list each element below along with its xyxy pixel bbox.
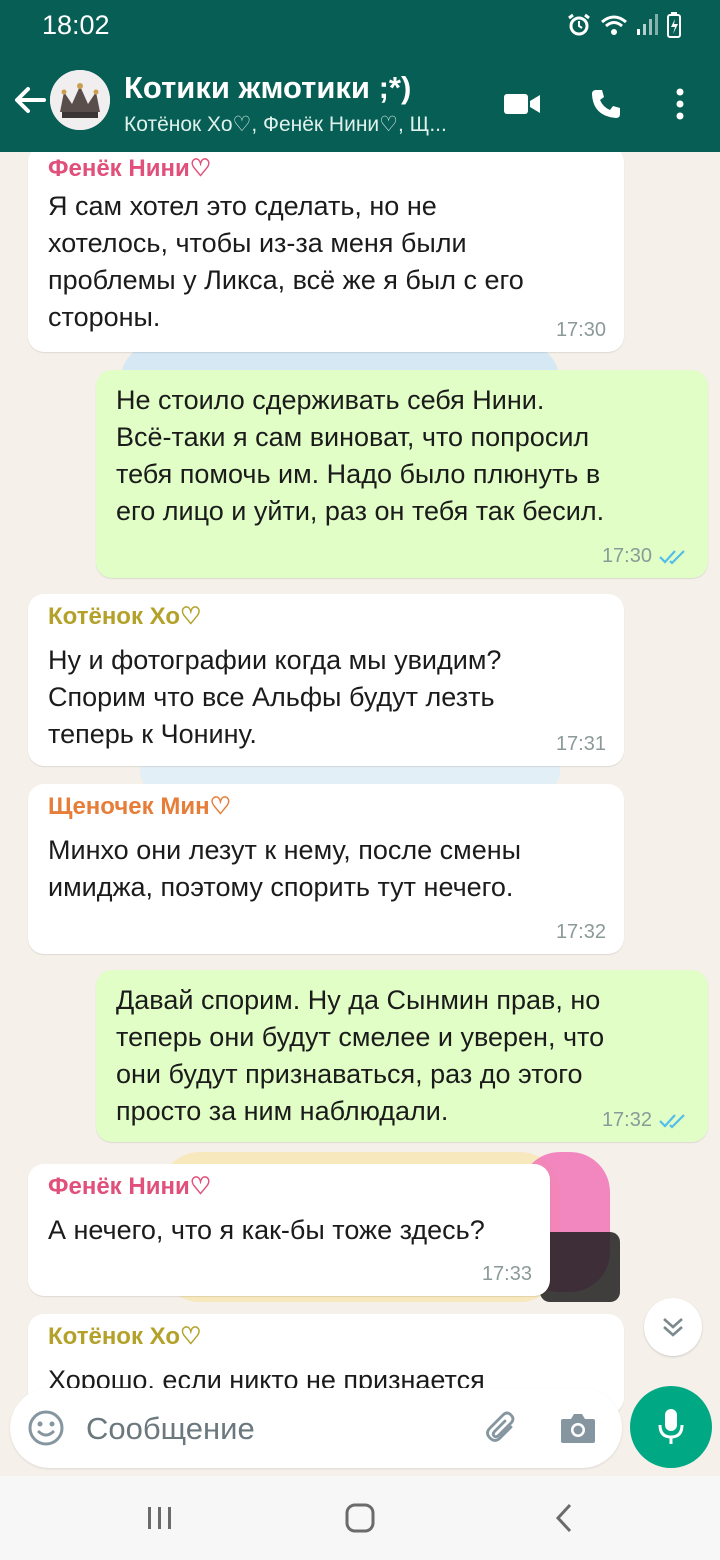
message-composer bbox=[10, 1388, 622, 1468]
chevron-left-icon bbox=[555, 1503, 572, 1533]
crown-avatar-image bbox=[50, 70, 110, 130]
home-icon bbox=[345, 1503, 375, 1533]
message-meta: 17:32 bbox=[602, 1109, 690, 1132]
emoji-icon bbox=[28, 1410, 64, 1446]
message-text: Я сам хотел это сделать, но не хотелось,… bbox=[48, 191, 524, 332]
phone-icon bbox=[592, 90, 620, 118]
group-avatar[interactable] bbox=[50, 70, 110, 130]
system-navigation-bar bbox=[0, 1476, 720, 1560]
message-input[interactable] bbox=[84, 1406, 458, 1452]
message-text: Не стоило сдерживать себя Нини. Всё-таки… bbox=[116, 385, 605, 526]
message-time: 17:31 bbox=[555, 733, 606, 755]
message-text: Минхо они лезут к нему, после смены имид… bbox=[48, 835, 522, 902]
back-button[interactable] bbox=[10, 80, 50, 120]
recent-apps-button[interactable] bbox=[140, 1498, 180, 1538]
message-text: А нечего, что я как-бы тоже здесь? bbox=[48, 1215, 485, 1245]
status-icons bbox=[566, 12, 682, 38]
recent-apps-icon bbox=[148, 1507, 171, 1529]
outgoing-message[interactable]: Давай спорим. Ну да Сынмин прав, но тепе… bbox=[96, 970, 708, 1142]
incoming-message[interactable]: Фенёк Нини♡ Я сам хотел это сделать, но … bbox=[28, 152, 624, 352]
video-camera-icon bbox=[504, 94, 540, 114]
more-options-button[interactable] bbox=[658, 82, 702, 126]
message-time: 17:32 bbox=[555, 921, 606, 943]
sender-name: Котёнок Хо♡ bbox=[48, 603, 202, 630]
battery-icon bbox=[667, 12, 681, 38]
voice-message-button[interactable] bbox=[630, 1386, 712, 1468]
emoji-button[interactable] bbox=[24, 1406, 68, 1450]
sender-name: Фенёк Нини♡ bbox=[48, 155, 212, 182]
message-time: 17:33 bbox=[481, 1263, 532, 1285]
signal-icon bbox=[637, 14, 658, 35]
wifi-icon bbox=[601, 15, 627, 35]
sender-name: Щеночек Мин♡ bbox=[48, 793, 232, 820]
chat-area[interactable]: Фенёк Нини♡ Я сам хотел это сделать, но … bbox=[0, 152, 720, 1476]
message-meta: 17:30 bbox=[556, 319, 606, 342]
incoming-message[interactable]: Щеночек Мин♡ Минхо они лезут к нему, пос… bbox=[28, 784, 624, 954]
paperclip-icon bbox=[486, 1411, 515, 1442]
sender-name: Котёнок Хо♡ bbox=[48, 1323, 202, 1350]
group-title[interactable]: Котики жмотики ;*) bbox=[124, 70, 411, 106]
double-chevron-down-icon bbox=[663, 1318, 683, 1337]
camera-icon bbox=[561, 1414, 595, 1443]
incoming-message[interactable]: Фенёк Нини♡ А нечего, что я как-бы тоже … bbox=[28, 1164, 550, 1296]
scroll-to-bottom-button[interactable] bbox=[644, 1298, 702, 1356]
sender-name: Фенёк Нини♡ bbox=[48, 1173, 212, 1200]
more-vertical-icon bbox=[676, 88, 684, 120]
chat-header: Котики жмотики ;*) Котёнок Хо♡, Фенёк Ни… bbox=[0, 52, 720, 152]
message-meta: 17:31 bbox=[556, 733, 606, 756]
status-bar: 18:02 bbox=[0, 0, 720, 52]
message-meta: 17:30 bbox=[602, 545, 690, 568]
message-time: 17:30 bbox=[601, 545, 652, 567]
double-check-icon bbox=[659, 549, 685, 565]
double-check-icon bbox=[659, 1113, 685, 1129]
message-text: Давай спорим. Ну да Сынмин прав, но тепе… bbox=[116, 985, 605, 1126]
message-time: 17:32 bbox=[601, 1109, 652, 1131]
arrow-left-icon bbox=[15, 87, 46, 113]
video-call-button[interactable] bbox=[500, 82, 544, 126]
group-members[interactable]: Котёнок Хо♡, Фенёк Нини♡, Щ... bbox=[124, 112, 484, 137]
status-time: 18:02 bbox=[42, 10, 110, 40]
back-nav-button[interactable] bbox=[544, 1498, 584, 1538]
attach-button[interactable] bbox=[480, 1406, 524, 1450]
voice-call-button[interactable] bbox=[584, 82, 628, 126]
alarm-icon bbox=[568, 13, 590, 36]
incoming-message[interactable]: Котёнок Хо♡ Ну и фотографии когда мы уви… bbox=[28, 594, 624, 766]
camera-button[interactable] bbox=[556, 1406, 600, 1450]
message-meta: 17:32 bbox=[556, 921, 606, 944]
message-meta: 17:33 bbox=[482, 1263, 532, 1286]
microphone-icon bbox=[658, 1409, 684, 1444]
home-button[interactable] bbox=[340, 1498, 380, 1538]
wallpaper-decoration bbox=[540, 1232, 620, 1302]
message-time: 17:30 bbox=[555, 319, 606, 341]
outgoing-message[interactable]: Не стоило сдерживать себя Нини. Всё-таки… bbox=[96, 370, 708, 578]
message-text: Ну и фотографии когда мы увидим? Спорим … bbox=[48, 645, 502, 749]
